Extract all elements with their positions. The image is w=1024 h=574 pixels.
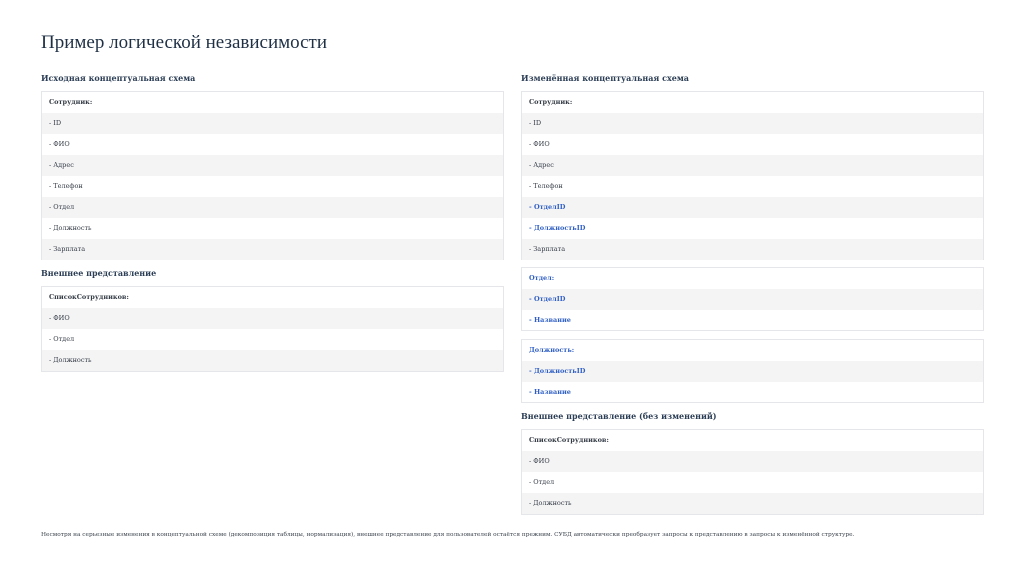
- footnote: Несмотря на серьезные изменения в концеп…: [41, 532, 855, 538]
- table-row: - Название: [529, 388, 571, 396]
- table-row: - Должность: [522, 493, 983, 514]
- table-row: - Адрес: [42, 155, 503, 176]
- table-header: Отдел:: [529, 274, 555, 282]
- table-row: - Адрес: [522, 155, 983, 176]
- table-row: - Название: [529, 316, 571, 324]
- table-row: - Должность: [49, 224, 92, 232]
- table-header: Должность:: [529, 346, 575, 354]
- table-row: - ДолжностьID: [522, 361, 983, 382]
- table-row: - ФИО: [42, 308, 503, 329]
- table-row: - ФИО: [522, 451, 983, 472]
- table-header: СписокСотрудников:: [49, 293, 129, 301]
- table-row: - Зарплата: [42, 239, 503, 260]
- table-header: Сотрудник:: [49, 98, 93, 106]
- page-title: Пример логической независимости: [41, 32, 328, 53]
- department-table: Отдел: - ОтделID - Название: [521, 267, 984, 331]
- slide: Пример логической независимости Исходная…: [0, 0, 1024, 574]
- table-row: - ID: [42, 113, 503, 134]
- changed-schema-heading: Изменённая концептуальная схема: [521, 73, 689, 83]
- external-view-heading: Внешнее представление: [41, 268, 157, 278]
- table-row: - ФИО: [49, 140, 70, 148]
- table-row: - Должность: [42, 350, 503, 371]
- external-view-table-original: СписокСотрудников: - ФИО - Отдел - Должн…: [41, 286, 504, 372]
- table-row: - Отдел: [529, 478, 555, 486]
- external-view-table-unchanged: СписокСотрудников: - ФИО - Отдел - Должн…: [521, 429, 984, 515]
- table-row: - Зарплата: [522, 239, 983, 260]
- table-header: СписокСотрудников:: [529, 436, 609, 444]
- table-row: - Телефон: [529, 182, 563, 190]
- table-row: - ID: [522, 113, 983, 134]
- table-header: Сотрудник:: [529, 98, 573, 106]
- employee-table-original: Сотрудник: - ID - ФИО - Адрес - Телефон …: [41, 91, 504, 260]
- table-row: - Отдел: [49, 335, 75, 343]
- table-row: - ОтделID: [522, 197, 983, 218]
- table-row: - ОтделID: [522, 289, 983, 310]
- table-row: - Отдел: [42, 197, 503, 218]
- table-row: - Телефон: [49, 182, 83, 190]
- table-row: - ФИО: [529, 140, 550, 148]
- original-schema-heading: Исходная концептуальная схема: [41, 73, 196, 83]
- table-row: - ДолжностьID: [529, 224, 586, 232]
- position-table: Должность: - ДолжностьID - Название: [521, 339, 984, 403]
- external-view-unchanged-heading: Внешнее представление (без изменений): [521, 411, 717, 421]
- employee-table-changed: Сотрудник: - ID - ФИО - Адрес - Телефон …: [521, 91, 984, 260]
